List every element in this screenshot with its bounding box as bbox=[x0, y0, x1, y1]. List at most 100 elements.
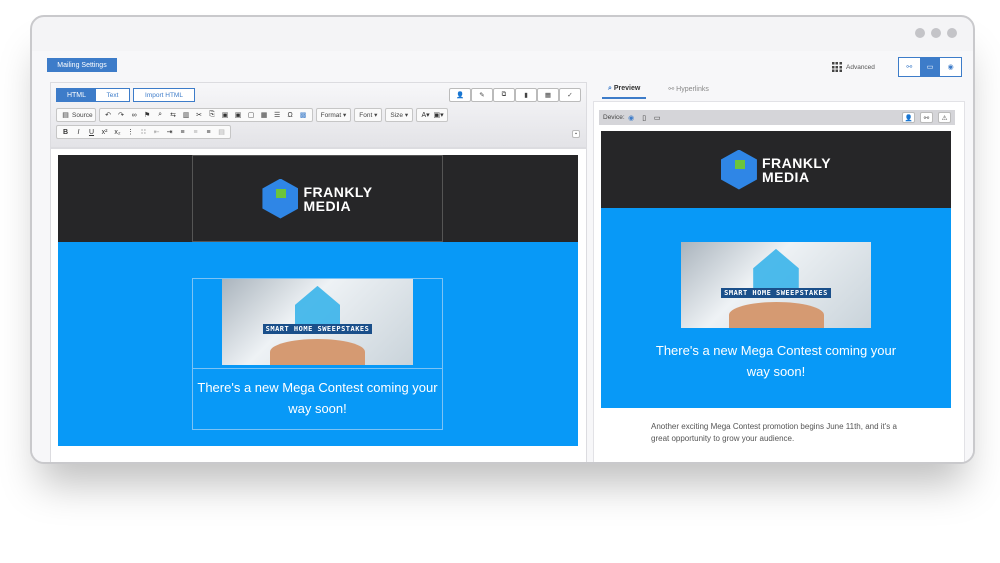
sweepstakes-banner-image: SMART HOME SWEEPSTAKES bbox=[681, 242, 871, 328]
edit-icon[interactable]: ✎ bbox=[471, 88, 493, 102]
logo-hex-icon bbox=[262, 178, 299, 219]
brand-line1: FRANKLY bbox=[303, 183, 373, 200]
horizontal-rule-icon[interactable]: ☰ bbox=[271, 109, 284, 121]
link-icon: ⚯ bbox=[668, 86, 675, 93]
personalize-icon[interactable]: 👤 bbox=[449, 88, 471, 102]
preview-email-headline: There's a new Mega Contest coming your w… bbox=[655, 343, 897, 379]
editor-canvas[interactable]: FRANKLY MEDIA SMART HOME SWEEPSTAKES Ther… bbox=[50, 148, 587, 462]
share-icon[interactable]: ⚯ bbox=[920, 112, 933, 123]
underline-icon[interactable]: U bbox=[85, 126, 98, 138]
check-icon[interactable]: ✓ bbox=[559, 88, 581, 102]
sweepstakes-banner-image: SMART HOME SWEEPSTAKES bbox=[222, 279, 413, 365]
split-view-icon[interactable]: ▭ bbox=[919, 58, 941, 76]
logo-hex-icon bbox=[720, 149, 757, 190]
brand-line2: MEDIA bbox=[303, 197, 352, 214]
numbered-list-icon[interactable]: ⋮ bbox=[124, 126, 137, 138]
email-hero: SMART HOME SWEEPSTAKES There's a new Meg… bbox=[58, 242, 578, 446]
advanced-label: Advanced bbox=[846, 63, 875, 71]
spam-check-icon[interactable]: ⚠ bbox=[938, 112, 951, 123]
email-headline: There's a new Mega Contest coming your w… bbox=[193, 368, 442, 427]
tab-html[interactable]: HTML bbox=[57, 89, 96, 101]
window-dot bbox=[915, 28, 925, 38]
preview-email-body: Another exciting Mega Contest promotion … bbox=[651, 422, 897, 443]
tab-hyperlinks[interactable]: ⚯ Hyperlinks bbox=[668, 85, 709, 99]
subscript-icon[interactable]: x₂ bbox=[111, 126, 124, 138]
tab-preview-label: Preview bbox=[613, 85, 641, 92]
copy-icon[interactable]: ⎘ bbox=[206, 109, 219, 121]
search-icon[interactable]: ⌕ bbox=[154, 109, 167, 121]
font-label: Font bbox=[359, 111, 373, 119]
flag-icon[interactable]: ⚑ bbox=[141, 109, 154, 121]
mailing-settings-button[interactable]: Mailing Settings bbox=[47, 58, 117, 72]
brand-line1: FRANKLY bbox=[761, 154, 832, 171]
undo-icon[interactable]: ↶ bbox=[102, 109, 115, 121]
outdent-icon[interactable]: ⇤ bbox=[150, 126, 163, 138]
document-icon: ▤ bbox=[62, 112, 69, 119]
frankly-media-logo: FRANKLY MEDIA bbox=[720, 149, 832, 190]
device-bar: Device: ◉ ▯ ▭ 👤 ⚯ ⚠ bbox=[599, 110, 955, 125]
size-dropdown[interactable]: Size ▾ bbox=[385, 108, 414, 122]
bullet-list-icon[interactable]: ∷ bbox=[137, 126, 150, 138]
format-dropdown[interactable]: Format ▾ bbox=[315, 108, 352, 122]
superscript-icon[interactable]: x² bbox=[98, 126, 111, 138]
app-content: Mailing Settings Advanced ⚯ ▭ ◉ HTML Tex… bbox=[32, 51, 973, 462]
banner-text: SMART HOME SWEEPSTAKES bbox=[262, 324, 373, 335]
select-all-icon[interactable]: ▥ bbox=[180, 109, 193, 121]
tablet-device-icon[interactable]: ▭ bbox=[651, 112, 664, 124]
bookmark-icon[interactable]: ▮ bbox=[515, 88, 537, 102]
user-icon[interactable]: 👤 bbox=[902, 112, 915, 123]
table-icon[interactable]: ▦ bbox=[258, 109, 271, 121]
background-color-icon[interactable]: ▣▾ bbox=[432, 109, 445, 121]
italic-icon[interactable]: I bbox=[72, 126, 85, 138]
size-label: Size bbox=[390, 111, 404, 119]
tab-text[interactable]: Text bbox=[96, 89, 129, 101]
device-label: Device: bbox=[603, 114, 625, 121]
window-dot bbox=[947, 28, 957, 38]
grid-icon bbox=[832, 62, 842, 72]
preview-tabs: ⌕ Preview ⚯ Hyperlinks bbox=[602, 85, 709, 99]
tab-hyperlinks-label: Hyperlinks bbox=[676, 86, 709, 93]
text-color-icon[interactable]: A▾ bbox=[419, 109, 432, 121]
cut-icon[interactable]: ✂ bbox=[193, 109, 206, 121]
view-mode-toggle: ⚯ ▭ ◉ bbox=[898, 57, 962, 77]
desktop-device-icon[interactable]: ◉ bbox=[625, 112, 638, 124]
eye-icon[interactable]: ◉ bbox=[940, 58, 961, 76]
source-label: Source bbox=[72, 111, 93, 119]
banner-text: SMART HOME SWEEPSTAKES bbox=[721, 287, 831, 298]
app-window: Mailing Settings Advanced ⚯ ▭ ◉ HTML Tex… bbox=[30, 15, 975, 464]
phone-device-icon[interactable]: ▯ bbox=[638, 112, 651, 124]
align-center-icon[interactable]: ≡ bbox=[189, 126, 202, 138]
layout-icon[interactable]: ▦ bbox=[537, 88, 559, 102]
window-dot bbox=[931, 28, 941, 38]
source-button[interactable]: ▤ Source bbox=[56, 108, 96, 122]
preview-email-header: FRANKLY MEDIA bbox=[601, 131, 951, 208]
paste-text-icon[interactable]: ▣ bbox=[232, 109, 245, 121]
redo-icon[interactable]: ↷ bbox=[115, 109, 128, 121]
layers-icon[interactable]: ⧉ bbox=[493, 88, 515, 102]
brand-line2: MEDIA bbox=[761, 168, 810, 185]
justify-icon[interactable]: ▤ bbox=[215, 126, 228, 138]
import-html-button[interactable]: Import HTML bbox=[133, 88, 195, 102]
selected-block[interactable]: SMART HOME SWEEPSTAKES There's a new Meg… bbox=[192, 278, 443, 430]
indent-icon[interactable]: ⇥ bbox=[163, 126, 176, 138]
link-icon[interactable]: ⚯ bbox=[899, 58, 920, 76]
search-icon: ⌕ bbox=[608, 85, 612, 92]
preview-email-hero: SMART HOME SWEEPSTAKES There's a new Meg… bbox=[601, 208, 951, 408]
paste-word-icon[interactable]: ▢ bbox=[245, 109, 258, 121]
resize-icon[interactable]: ▪ bbox=[572, 130, 580, 138]
paste-icon[interactable]: ▣ bbox=[219, 109, 232, 121]
link-icon[interactable]: ∞ bbox=[128, 109, 141, 121]
preview-panel: Device: ◉ ▯ ▭ 👤 ⚯ ⚠ FRANKLY MEDIA SMART H… bbox=[593, 101, 965, 462]
replace-icon[interactable]: ⇆ bbox=[167, 109, 180, 121]
align-left-icon[interactable]: ≡ bbox=[176, 126, 189, 138]
image-icon[interactable]: ▩ bbox=[297, 109, 310, 121]
font-dropdown[interactable]: Font ▾ bbox=[354, 108, 383, 122]
bold-icon[interactable]: B bbox=[59, 126, 72, 138]
advanced-button[interactable]: Advanced bbox=[832, 62, 875, 72]
omega-icon[interactable]: Ω bbox=[284, 109, 297, 121]
tab-preview[interactable]: ⌕ Preview bbox=[602, 85, 647, 99]
email-header: FRANKLY MEDIA bbox=[58, 155, 578, 242]
format-label: Format bbox=[320, 111, 342, 119]
align-right-icon[interactable]: ≡ bbox=[202, 126, 215, 138]
frankly-media-logo: FRANKLY MEDIA bbox=[262, 178, 373, 219]
